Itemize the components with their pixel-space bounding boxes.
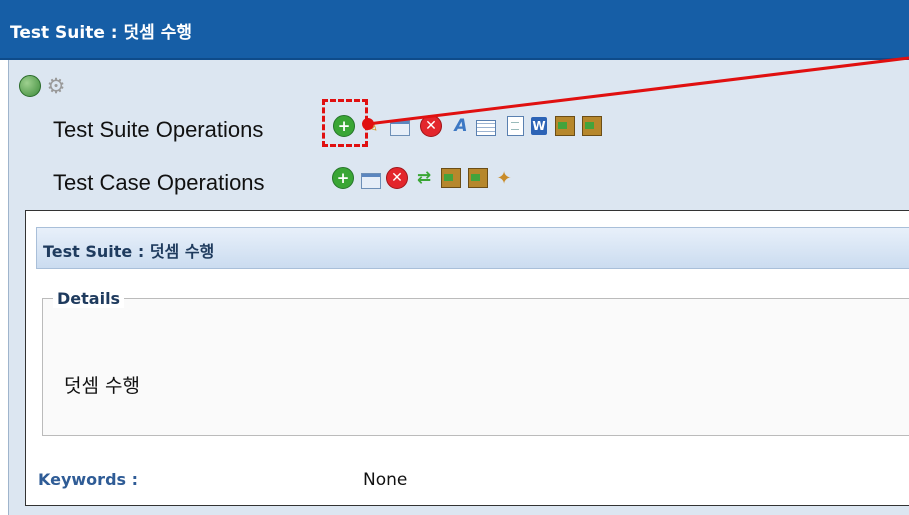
suite-operations-label: Test Suite Operations bbox=[53, 117, 264, 142]
details-legend: Details bbox=[53, 289, 125, 308]
details-fieldset: Details 덧셈 수행 bbox=[42, 289, 909, 436]
copy-case-window-icon[interactable] bbox=[360, 170, 382, 192]
delete-suite-icon[interactable]: ✕ bbox=[420, 115, 442, 137]
import-icon[interactable] bbox=[554, 115, 576, 137]
panel-header-title: Test Suite : 덧셈 수행 bbox=[43, 242, 215, 261]
document-icon[interactable] bbox=[504, 115, 526, 137]
import-case-icon[interactable] bbox=[440, 167, 462, 189]
panel-header: Test Suite : 덧셈 수행 bbox=[36, 227, 909, 269]
gear-icon[interactable]: ⚙ bbox=[45, 74, 67, 98]
window-title: Test Suite : 덧셈 수행 bbox=[10, 23, 192, 43]
export-case-icon[interactable] bbox=[467, 167, 489, 189]
keywords-value: None bbox=[363, 470, 408, 490]
window-titlebar: Test Suite : 덧셈 수행 bbox=[0, 0, 909, 60]
magic-wand-icon[interactable]: ✦ bbox=[493, 167, 515, 189]
word-icon[interactable]: W bbox=[528, 115, 550, 137]
export-icon[interactable] bbox=[581, 115, 603, 137]
spellcheck-icon[interactable]: A bbox=[450, 115, 472, 137]
table-icon[interactable] bbox=[475, 117, 497, 139]
details-text: 덧셈 수행 bbox=[64, 375, 140, 397]
add-case-icon[interactable]: + bbox=[332, 167, 354, 189]
suite-panel: Test Suite : 덧셈 수행 Details 덧셈 수행 Keyword… bbox=[25, 210, 909, 506]
keywords-label: Keywords : bbox=[38, 470, 139, 489]
case-operations-label: Test Case Operations bbox=[53, 170, 265, 195]
highlight-box bbox=[322, 99, 368, 147]
shuffle-icon[interactable]: ⇄ bbox=[413, 167, 435, 189]
delete-case-icon[interactable]: ✕ bbox=[386, 167, 408, 189]
globe-icon[interactable] bbox=[19, 75, 41, 97]
copy-window-icon[interactable] bbox=[389, 117, 411, 139]
